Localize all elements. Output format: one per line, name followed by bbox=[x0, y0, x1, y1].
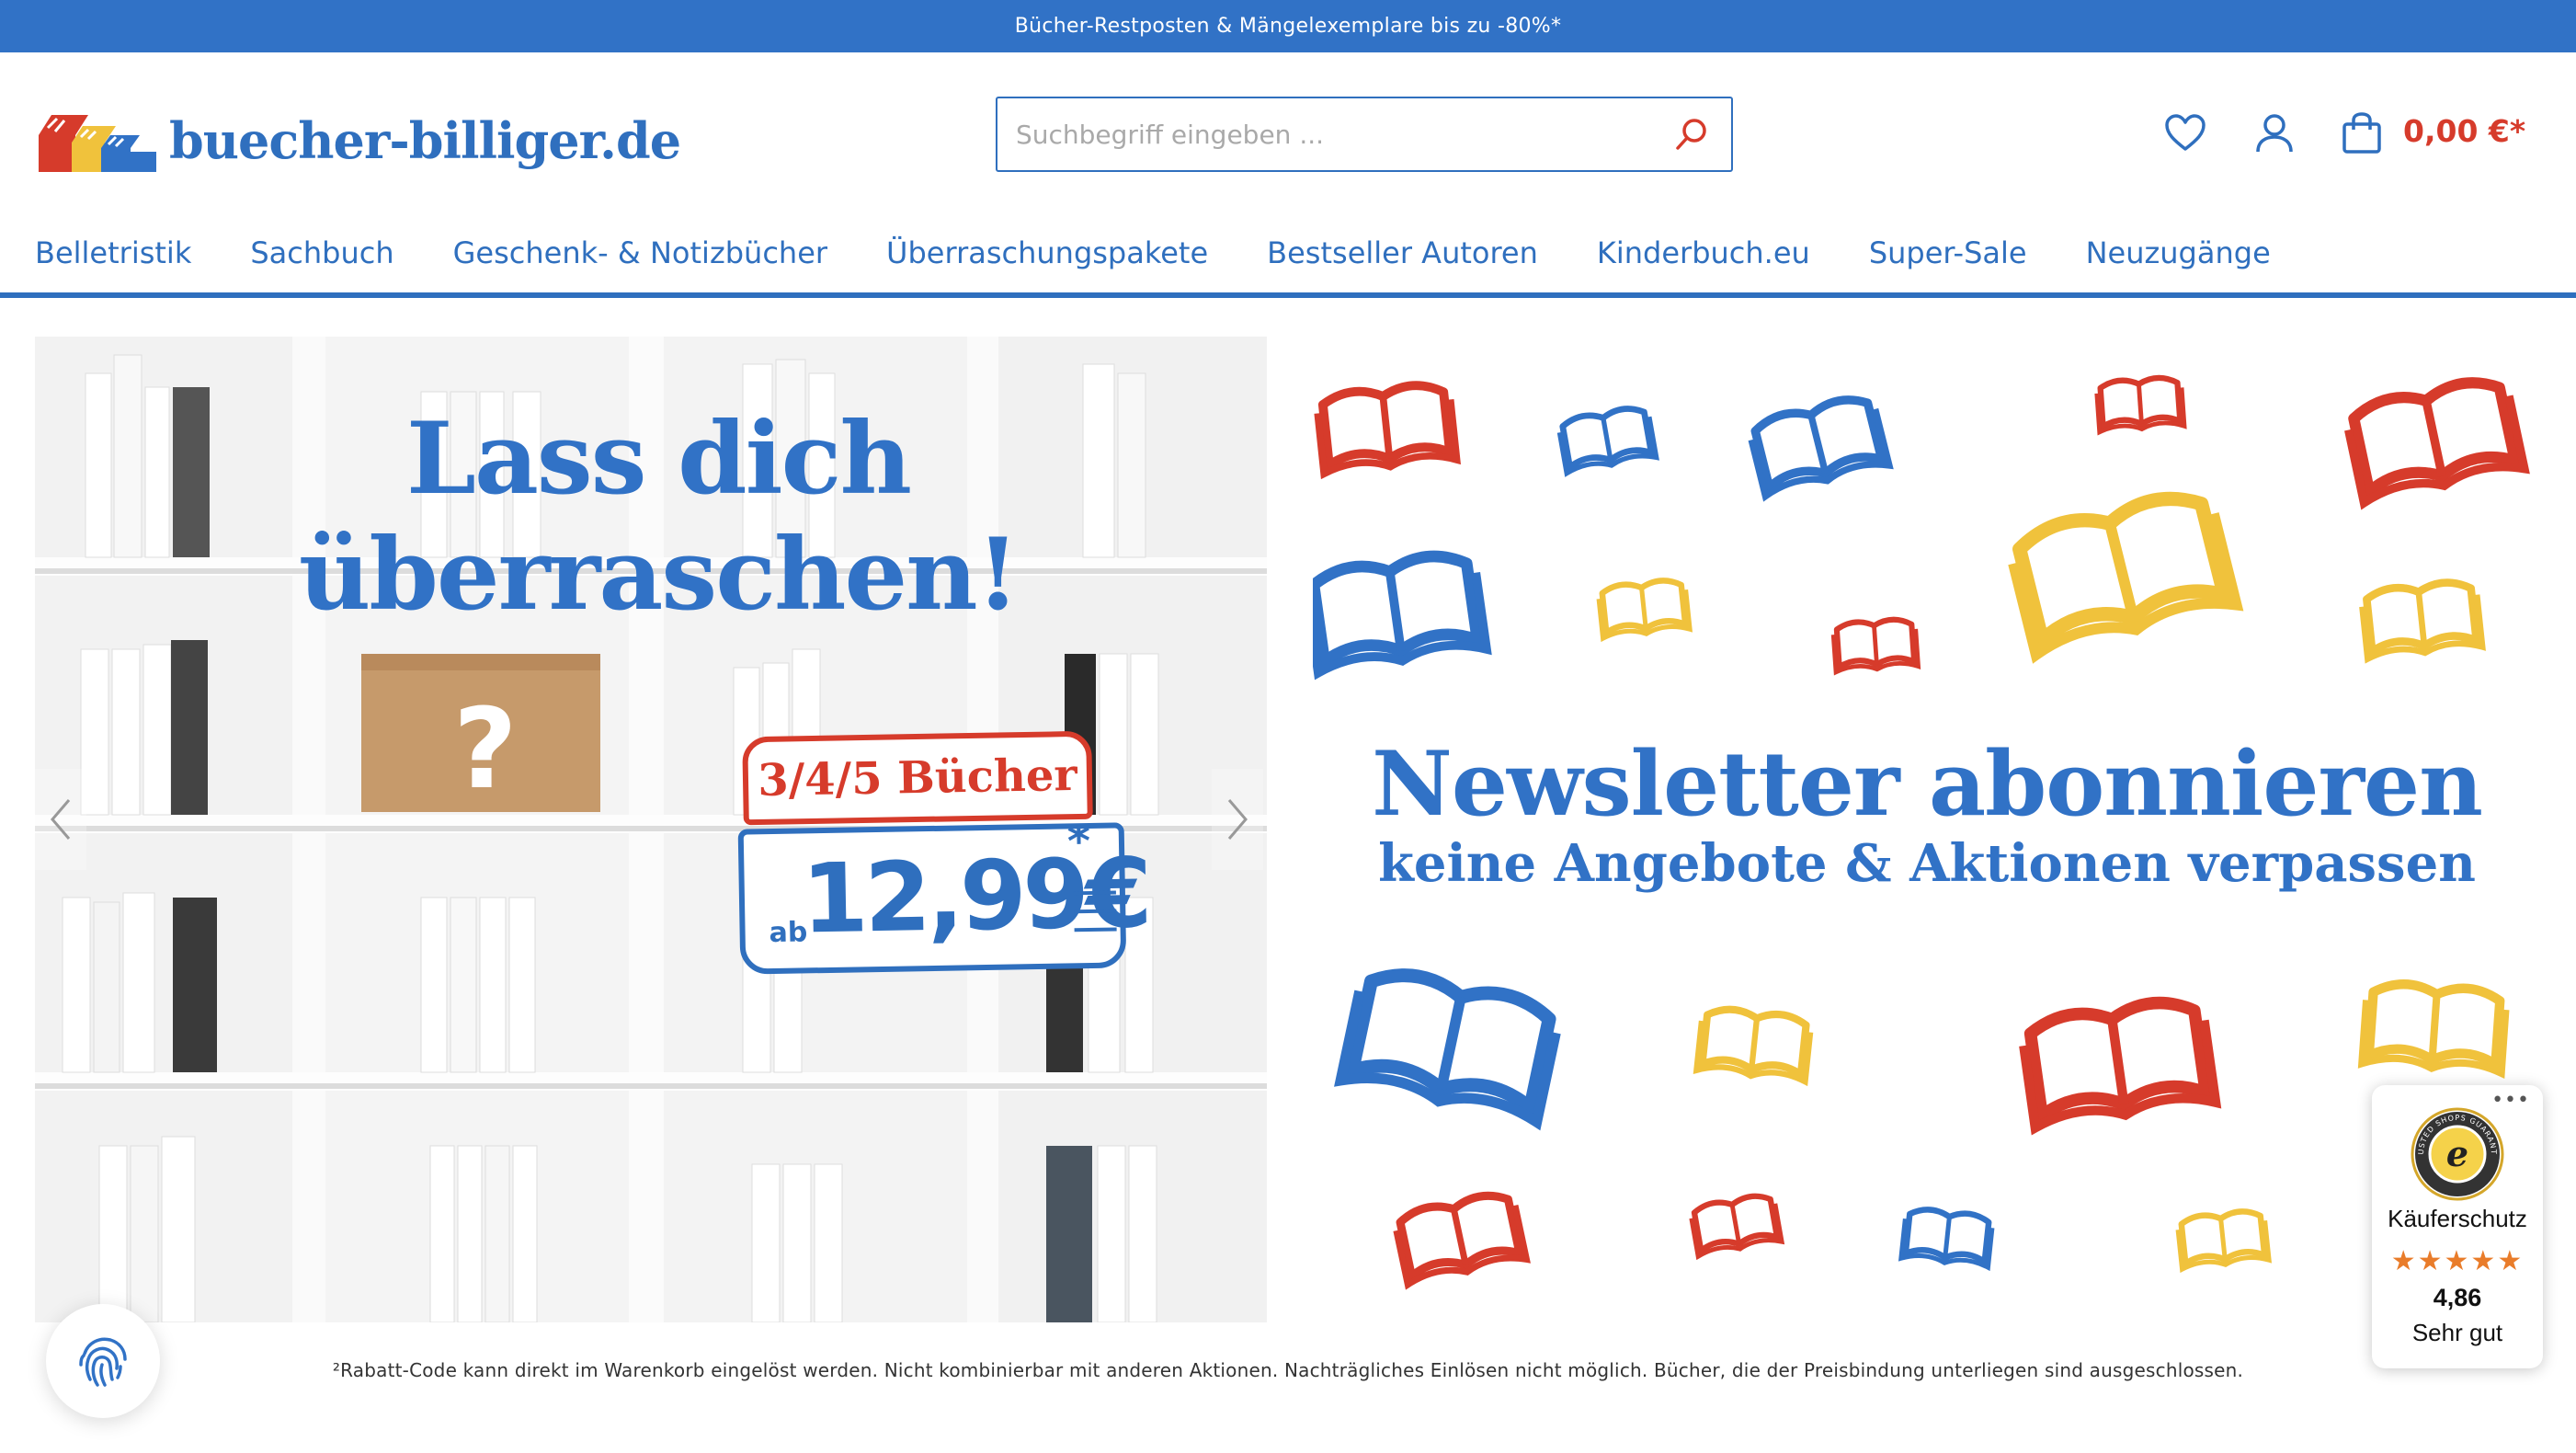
main-navigation: Belletristik Sachbuch Geschenk- & Notizb… bbox=[0, 227, 2576, 293]
search-button[interactable] bbox=[1669, 111, 1715, 157]
nav-item-neuzugaenge[interactable]: Neuzugänge bbox=[2086, 227, 2271, 293]
heart-icon bbox=[2165, 114, 2206, 151]
nav-item-bestseller-autoren[interactable]: Bestseller Autoren bbox=[1267, 227, 1538, 293]
wishlist-button[interactable] bbox=[2160, 108, 2211, 159]
cart-button[interactable] bbox=[2336, 108, 2388, 159]
cart-total[interactable]: 0,00 €* bbox=[2403, 113, 2525, 149]
newsletter-banner[interactable]: Newsletter abonnieren keine Angebote & A… bbox=[1313, 337, 2541, 1322]
trusted-shops-seal-icon: e TRUSTED SHOPS GUARANTEE bbox=[2411, 1107, 2504, 1201]
surprise-headline: Lass dich überraschen! bbox=[298, 401, 1020, 633]
price-lines-decoration bbox=[1073, 890, 1117, 932]
books-count-badge: 3/4/5 Bücher bbox=[742, 730, 1093, 826]
rating-stars-icon: ★★★★★ bbox=[2390, 1245, 2525, 1277]
rating-text: Sehr gut bbox=[2411, 1319, 2503, 1346]
newsletter-subtitle: keine Angebote & Aktionen verpassen bbox=[1378, 833, 2476, 894]
chevron-right-icon bbox=[1227, 799, 1248, 840]
promo-text[interactable]: Bücher-Restposten & Mängelexemplare bis … bbox=[1015, 15, 1562, 38]
nav-item-belletristik[interactable]: Belletristik bbox=[35, 227, 191, 293]
privacy-settings-button[interactable] bbox=[46, 1304, 160, 1418]
search-input[interactable] bbox=[1016, 119, 1669, 150]
nav-item-geschenk-notizbuecher[interactable]: Geschenk- & Notizbücher bbox=[453, 227, 827, 293]
surprise-package-banner[interactable]: Lass dich überraschen! ? 3/4/5 Bücher ab… bbox=[35, 337, 1267, 1322]
trusted-shops-widget[interactable]: ••• e TRUSTED SHOPS GUARANTEE Käuferschu… bbox=[2372, 1085, 2543, 1368]
buyer-protection-label: Käuferschutz bbox=[2388, 1205, 2527, 1232]
search-box bbox=[996, 97, 1733, 172]
site-header: buecher-billiger.de 0,00 €* Belletristik… bbox=[0, 52, 2576, 293]
newsletter-title: Newsletter abonnieren bbox=[1372, 732, 2483, 836]
books-logo-icon bbox=[39, 115, 156, 172]
user-icon bbox=[2256, 114, 2293, 153]
site-logo[interactable]: buecher-billiger.de bbox=[35, 82, 681, 174]
logo-wordmark: buecher-billiger.de bbox=[169, 111, 681, 170]
chevron-left-icon bbox=[51, 799, 71, 840]
rating-score: 4,86 bbox=[2433, 1284, 2482, 1311]
nav-item-ueberraschungspakete[interactable]: Überraschungspakete bbox=[886, 227, 1208, 293]
promo-topbar[interactable]: Bücher-Restposten & Mängelexemplare bis … bbox=[0, 0, 2576, 52]
slider-next-button[interactable] bbox=[1212, 769, 1263, 870]
nav-item-kinderbuch[interactable]: Kinderbuch.eu bbox=[1597, 227, 1810, 293]
price-badge: ab 12,99€ * bbox=[737, 816, 1149, 975]
fingerprint-icon bbox=[79, 1337, 127, 1387]
account-button[interactable] bbox=[2249, 108, 2300, 159]
price-asterisk: * bbox=[1066, 815, 1091, 868]
shopping-bag-icon bbox=[2342, 112, 2381, 154]
nav-divider bbox=[0, 292, 2576, 298]
slider-prev-button[interactable] bbox=[35, 769, 86, 870]
hero-slider: Lass dich überraschen! ? 3/4/5 Bücher ab… bbox=[35, 337, 2541, 1322]
question-mark: ? bbox=[453, 686, 518, 814]
svg-text:e: e bbox=[2446, 1133, 2468, 1174]
nav-item-super-sale[interactable]: Super-Sale bbox=[1869, 227, 2027, 293]
discount-footnote: ²Rabatt-Code kann direkt im Warenkorb ei… bbox=[332, 1359, 2244, 1381]
nav-item-sachbuch[interactable]: Sachbuch bbox=[250, 227, 393, 293]
search-icon bbox=[1676, 119, 1706, 150]
